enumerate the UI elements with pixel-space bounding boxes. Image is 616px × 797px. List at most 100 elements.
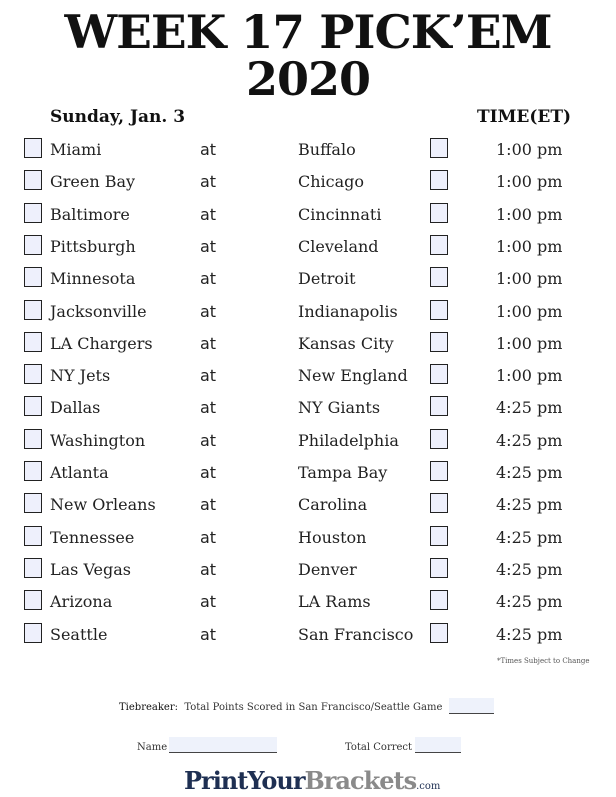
game-row: Green Bay at Chicago 1:00 pm [0,169,616,201]
home-pick-checkbox[interactable] [430,331,448,352]
home-pick-checkbox[interactable] [430,493,448,514]
logo-part-com: .com [416,781,441,792]
site-logo[interactable]: PrintYourBrackets.com [184,766,440,795]
game-time: 1:00 pm [496,366,563,386]
home-pick-checkbox[interactable] [430,525,448,546]
at-label: at [200,172,217,192]
game-row: Washington at Philadelphia 4:25 pm [0,428,616,460]
home-team: NY Giants [298,398,381,418]
home-team: Detroit [298,269,356,289]
home-pick-checkbox[interactable] [430,396,448,417]
away-pick-checkbox[interactable] [24,364,42,385]
away-team: Baltimore [50,204,130,224]
home-pick-checkbox[interactable] [430,428,448,449]
away-team: New Orleans [50,495,156,515]
home-pick-checkbox[interactable] [430,234,448,255]
game-time: 1:00 pm [496,204,563,224]
game-time: 4:25 pm [496,463,563,482]
game-time: 1:00 pm [496,301,563,321]
logo-part-printyour: PrintYour [184,766,305,795]
game-row: Jacksonville at Indianapolis 1:00 pm [0,299,616,331]
away-team: Green Bay [50,172,136,192]
away-team: Washington [50,430,146,450]
time-column-header: TIME(ET) [477,107,572,127]
home-team: New England [298,366,408,386]
away-team: Las Vegas [50,559,132,579]
game-row: Miami at Buffalo 1:00 pm [0,137,616,169]
at-label: at [200,236,217,256]
home-pick-checkbox[interactable] [430,170,448,191]
away-pick-checkbox[interactable] [24,202,42,223]
game-time: 1:00 pm [496,236,563,256]
game-time: 1:00 pm [496,333,563,353]
home-pick-checkbox[interactable] [430,138,448,158]
away-pick-checkbox[interactable] [24,557,42,578]
game-row: Dallas at NY Giants 4:25 pm [0,395,616,427]
at-label: at [200,366,217,386]
away-team: LA Chargers [50,333,153,353]
times-note: *Times Subject to Change [497,657,590,665]
away-team: Arizona [50,592,113,612]
game-row: Baltimore at Cincinnati 1:00 pm [0,202,616,234]
away-pick-checkbox[interactable] [24,267,42,288]
home-team: Cincinnati [298,204,382,224]
at-label: at [200,463,217,482]
tiebreaker-label: Tiebreaker: [119,702,178,713]
at-label: at [200,495,217,515]
home-pick-checkbox[interactable] [430,622,448,643]
home-team: Cleveland [298,236,379,256]
away-team: Dallas [50,398,101,418]
tiebreaker: Tiebreaker: Total Points Scored in San F… [119,702,442,713]
at-label: at [200,527,217,547]
game-time: 4:25 pm [496,495,563,515]
home-team: Buffalo [298,140,356,159]
page-subtitle-year: 2020 [245,52,371,106]
away-pick-checkbox[interactable] [24,525,42,546]
total-correct-input[interactable] [415,737,461,753]
away-pick-checkbox[interactable] [24,234,42,255]
home-pick-checkbox[interactable] [430,557,448,578]
home-pick-checkbox[interactable] [430,364,448,385]
at-label: at [200,592,217,612]
away-pick-checkbox[interactable] [24,396,42,417]
game-row: Tennessee at Houston 4:25 pm [0,525,616,557]
away-team: Miami [50,140,102,159]
home-team: Tampa Bay [298,463,388,482]
at-label: at [200,301,217,321]
home-team: Denver [298,559,357,579]
name-input[interactable] [169,737,277,753]
away-pick-checkbox[interactable] [24,493,42,514]
home-team: Philadelphia [298,430,399,450]
home-pick-checkbox[interactable] [430,267,448,288]
at-label: at [200,204,217,224]
game-date-header: Sunday, Jan. 3 [50,107,186,127]
home-pick-checkbox[interactable] [430,299,448,320]
away-pick-checkbox[interactable] [24,622,42,643]
away-pick-checkbox[interactable] [24,461,42,481]
home-team: Chicago [298,172,365,192]
away-team: Pittsburgh [50,236,136,256]
away-pick-checkbox[interactable] [24,299,42,320]
at-label: at [200,624,217,644]
away-team: Tennessee [50,527,135,547]
game-time: 1:00 pm [496,140,563,159]
home-pick-checkbox[interactable] [430,461,448,481]
home-pick-checkbox[interactable] [430,202,448,223]
game-time: 4:25 pm [496,592,563,612]
game-time: 4:25 pm [496,527,563,547]
home-team: San Francisco [298,624,414,644]
away-pick-checkbox[interactable] [24,590,42,611]
away-team: Jacksonville [50,301,147,321]
away-team: Minnesota [50,269,136,289]
home-team: Kansas City [298,333,394,353]
game-time: 1:00 pm [496,269,563,289]
game-time: 1:00 pm [496,172,563,192]
away-pick-checkbox[interactable] [24,331,42,352]
home-pick-checkbox[interactable] [430,590,448,611]
at-label: at [200,430,217,450]
away-pick-checkbox[interactable] [24,138,42,158]
away-pick-checkbox[interactable] [24,170,42,191]
tiebreaker-input[interactable] [449,698,494,714]
away-pick-checkbox[interactable] [24,428,42,449]
home-team: Indianapolis [298,301,398,321]
